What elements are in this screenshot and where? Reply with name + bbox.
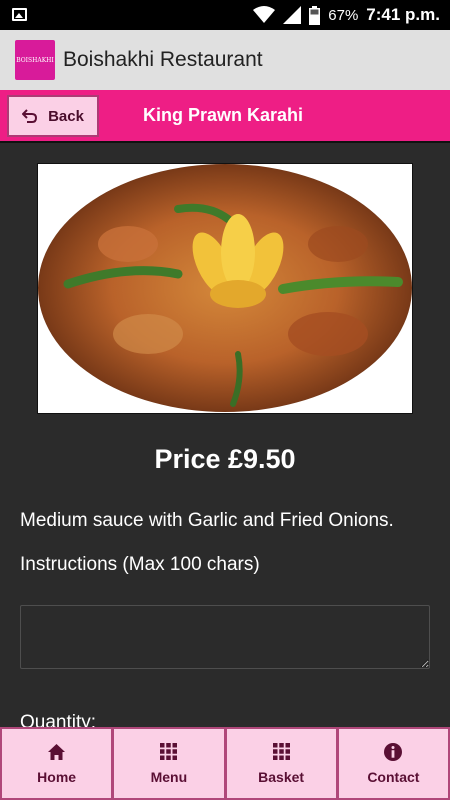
status-indicators: 67% 7:41 p.m. xyxy=(253,0,440,30)
instructions-label: Instructions (Max 100 chars) xyxy=(20,554,260,575)
instructions-input[interactable] xyxy=(20,605,430,669)
status-bar: 67% 7:41 p.m. xyxy=(0,0,450,30)
nav-basket-button[interactable]: Basket xyxy=(225,727,338,800)
gallery-icon xyxy=(12,8,27,21)
back-arrow-icon xyxy=(22,109,38,123)
app-logo-text: BOISHAKHI xyxy=(16,56,54,64)
nav-menu-label: Menu xyxy=(150,768,188,785)
item-description: Medium sauce with Garlic and Fried Onion… xyxy=(20,510,394,531)
dish-image xyxy=(37,163,413,414)
item-price: Price £9.50 xyxy=(154,444,296,474)
wifi-icon xyxy=(253,6,276,23)
battery-percent: 67% xyxy=(328,6,359,24)
nav-basket-label: Basket xyxy=(258,768,305,785)
nav-contact-label: Contact xyxy=(367,768,420,785)
app-title: Boishakhi Restaurant xyxy=(63,48,263,71)
app-bar: BOISHAKHI Boishakhi Restaurant xyxy=(0,30,450,90)
nav-menu-button[interactable]: Menu xyxy=(113,727,226,800)
bottom-nav: Home Menu Basket Contact xyxy=(0,727,450,800)
clock: 7:41 p.m. xyxy=(366,5,440,24)
cell-signal-icon xyxy=(283,6,302,24)
page-title: King Prawn Karahi xyxy=(143,105,304,125)
grid-icon xyxy=(272,743,290,761)
nav-home-button[interactable]: Home xyxy=(0,727,114,800)
app-logo: BOISHAKHI xyxy=(15,40,55,80)
info-icon xyxy=(384,742,403,761)
nav-contact-button[interactable]: Contact xyxy=(337,727,450,800)
back-button[interactable]: Back xyxy=(7,95,99,137)
battery-icon xyxy=(309,5,321,25)
nav-home-label: Home xyxy=(37,768,77,785)
back-label: Back xyxy=(48,107,84,125)
header-bar: Back King Prawn Karahi xyxy=(0,90,450,143)
home-icon xyxy=(48,743,66,761)
grid-icon xyxy=(160,743,178,761)
